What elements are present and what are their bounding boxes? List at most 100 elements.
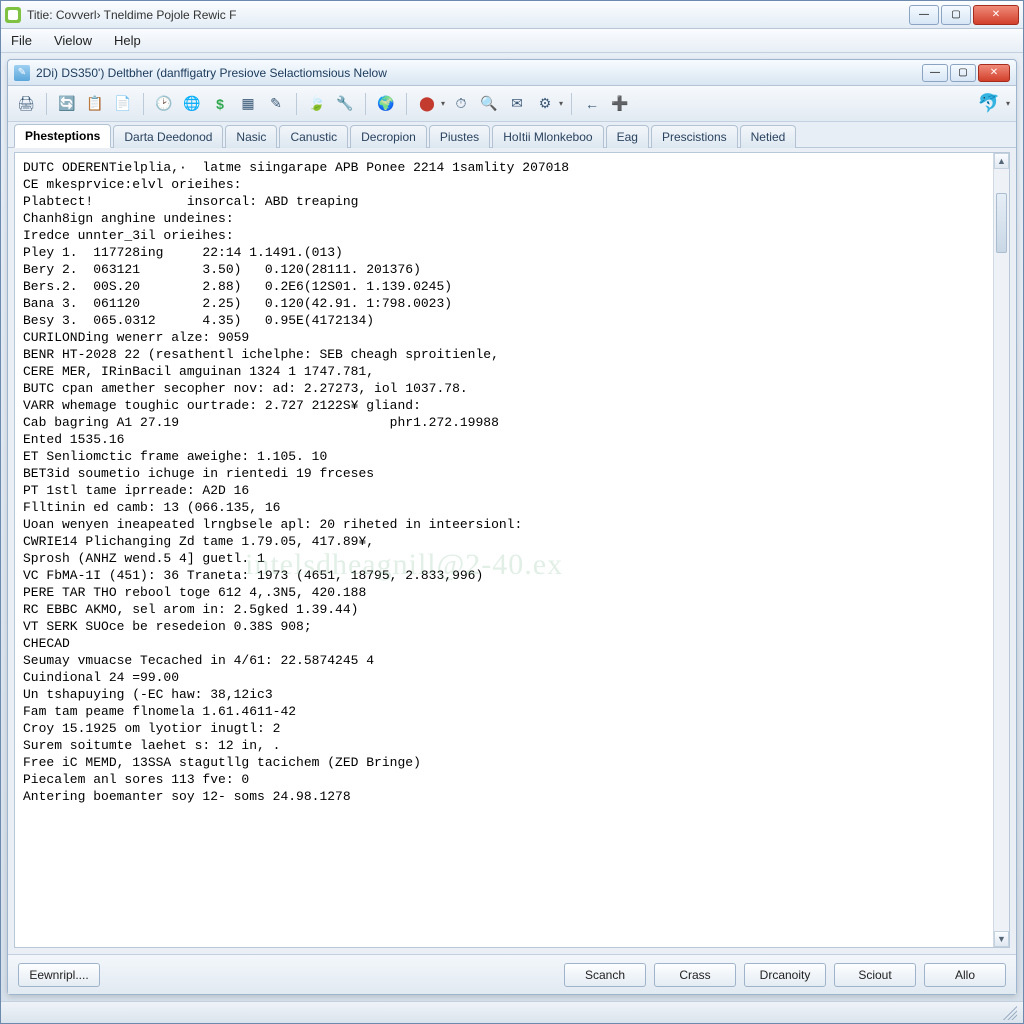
document-icon: [14, 65, 30, 81]
wrench-button[interactable]: 🔧: [333, 92, 357, 116]
world-button[interactable]: 🌍: [374, 92, 398, 116]
outer-window: Titie: Covverl› Tneldime Pojole Rewic F …: [0, 0, 1024, 1024]
clock-icon: 🕑: [155, 95, 172, 112]
paste-button[interactable]: 📄: [111, 92, 135, 116]
menubar: File Vielow Help: [1, 29, 1023, 53]
tab-prescistions[interactable]: Prescistions: [651, 125, 738, 148]
tab-hoitii-mlonkeboo[interactable]: HoItii Mlonkeboo: [492, 125, 603, 148]
drcanoity-button[interactable]: Drcanoity: [744, 963, 826, 987]
dolphin-icon: 🐬: [978, 93, 1000, 114]
inner-maximize-button[interactable]: ▢: [950, 64, 976, 82]
edit-button[interactable]: ✎: [264, 92, 288, 116]
minimize-icon: —: [930, 67, 940, 78]
app-icon: [5, 7, 21, 23]
toolbar-separator: [296, 93, 297, 115]
menu-file[interactable]: File: [7, 31, 36, 50]
zoom-icon: 🔍: [480, 95, 497, 112]
brand-dropdown-caret[interactable]: ▾: [1006, 99, 1010, 108]
outer-window-controls: — ▢ ✕: [907, 5, 1019, 25]
paste-icon: 📄: [114, 95, 131, 112]
toolbar-separator: [143, 93, 144, 115]
leaf-button[interactable]: 🍃: [305, 92, 329, 116]
tab-darta-deedonod[interactable]: Darta Deedonod: [113, 125, 223, 148]
print-button[interactable]: 🖨: [14, 92, 38, 116]
inner-minimize-button[interactable]: —: [922, 64, 948, 82]
outer-titlebar[interactable]: Titie: Covverl› Tneldime Pojole Rewic F …: [1, 1, 1023, 29]
close-icon: ✕: [992, 9, 1000, 20]
toolbar-separator: [46, 93, 47, 115]
print-icon: 🖨: [17, 95, 35, 112]
allo-button[interactable]: Allo: [924, 963, 1006, 987]
clock-button[interactable]: 🕑: [152, 92, 176, 116]
leaf-icon: 🍃: [308, 95, 325, 112]
inner-window-controls: — ▢ ✕: [920, 64, 1010, 82]
menu-help[interactable]: Help: [110, 31, 145, 50]
globe-icon: 🌐: [183, 95, 200, 112]
statusbar: [1, 1001, 1023, 1023]
outer-maximize-button[interactable]: ▢: [941, 5, 971, 25]
new-tab-button[interactable]: ➕: [608, 92, 632, 116]
toolbar: 🖨 🔄 📋 📄 🕑 🌐 $ ▦ ✎ 🍃 🔧 🌍 ⬤ ▾ ⏱ 🔍 ✉ ⚙ ▾: [8, 86, 1016, 122]
minimize-icon: —: [919, 9, 929, 20]
inner-close-button[interactable]: ✕: [978, 64, 1010, 82]
outer-window-title: Titie: Covverl› Tneldime Pojole Rewic F: [27, 8, 907, 22]
inner-titlebar[interactable]: 2Di) DS350') Deltbher (danffigatry Presi…: [8, 60, 1016, 86]
toolbar-separator: [406, 93, 407, 115]
outer-minimize-button[interactable]: —: [909, 5, 939, 25]
toolbar-separator: [571, 93, 572, 115]
settings-button[interactable]: ⚙: [533, 92, 557, 116]
record-button[interactable]: ⬤: [415, 92, 439, 116]
resize-grip[interactable]: [1003, 1006, 1017, 1020]
timer-button[interactable]: ⏱: [449, 92, 473, 116]
search-button[interactable]: Scanch: [564, 963, 646, 987]
chevron-down-icon: ▼: [997, 934, 1006, 944]
mail-icon: ✉: [511, 95, 523, 112]
crass-button[interactable]: Crass: [654, 963, 736, 987]
maximize-icon: ▢: [958, 67, 967, 78]
zoom-button[interactable]: 🔍: [477, 92, 501, 116]
currency-button[interactable]: $: [208, 92, 232, 116]
brand-logo: 🐬: [974, 94, 1004, 114]
tabstrip: Phesteptions Darta Deedonod Nasic Canust…: [8, 122, 1016, 148]
settings-dropdown-caret[interactable]: ▾: [559, 99, 563, 108]
mail-button[interactable]: ✉: [505, 92, 529, 116]
tab-eag[interactable]: Eag: [606, 125, 649, 148]
scroll-down-button[interactable]: ▼: [994, 931, 1009, 947]
maximize-icon: ▢: [951, 9, 960, 20]
console-wrap: DUTC ODERENTielplia,· latme siingarape A…: [8, 148, 1016, 954]
export-button[interactable]: Eewnripl....: [18, 963, 100, 987]
globe-button[interactable]: 🌐: [180, 92, 204, 116]
console-output: DUTC ODERENTielplia,· latme siingarape A…: [14, 152, 1010, 948]
new-tab-icon: ➕: [611, 95, 628, 112]
refresh-icon: 🔄: [58, 95, 75, 112]
world-icon: 🌍: [377, 95, 394, 112]
vertical-scrollbar[interactable]: ▲ ▼: [993, 153, 1009, 947]
back-icon: ←: [585, 96, 599, 112]
tab-nasic[interactable]: Nasic: [225, 125, 277, 148]
tab-piustes[interactable]: Piustes: [429, 125, 490, 148]
button-bar: Eewnripl.... Scanch Crass Drcanoity Scio…: [8, 954, 1016, 994]
tab-decropion[interactable]: Decropion: [350, 125, 427, 148]
console-text[interactable]: DUTC ODERENTielplia,· latme siingarape A…: [15, 153, 993, 947]
edit-icon: ✎: [270, 95, 282, 112]
inner-window-title: 2Di) DS350') Deltbher (danffigatry Presi…: [36, 66, 920, 80]
toolbar-separator: [365, 93, 366, 115]
scroll-thumb[interactable]: [996, 193, 1007, 253]
outer-close-button[interactable]: ✕: [973, 5, 1019, 25]
tab-phesteptions[interactable]: Phesteptions: [14, 124, 111, 148]
scroll-up-button[interactable]: ▲: [994, 153, 1009, 169]
copy-button[interactable]: 📋: [83, 92, 107, 116]
grid-button[interactable]: ▦: [236, 92, 260, 116]
chevron-up-icon: ▲: [997, 156, 1006, 166]
refresh-button[interactable]: 🔄: [55, 92, 79, 116]
tab-netied[interactable]: Netied: [740, 125, 797, 148]
gear-icon: ⚙: [539, 95, 552, 112]
close-icon: ✕: [990, 67, 998, 78]
back-button[interactable]: ←: [580, 92, 604, 116]
record-dropdown-caret[interactable]: ▾: [441, 99, 445, 108]
dollar-icon: $: [216, 96, 224, 112]
grid-icon: ▦: [241, 95, 254, 112]
sciout-button[interactable]: Sciout: [834, 963, 916, 987]
tab-canustic[interactable]: Canustic: [279, 125, 348, 148]
menu-view[interactable]: Vielow: [50, 31, 96, 50]
